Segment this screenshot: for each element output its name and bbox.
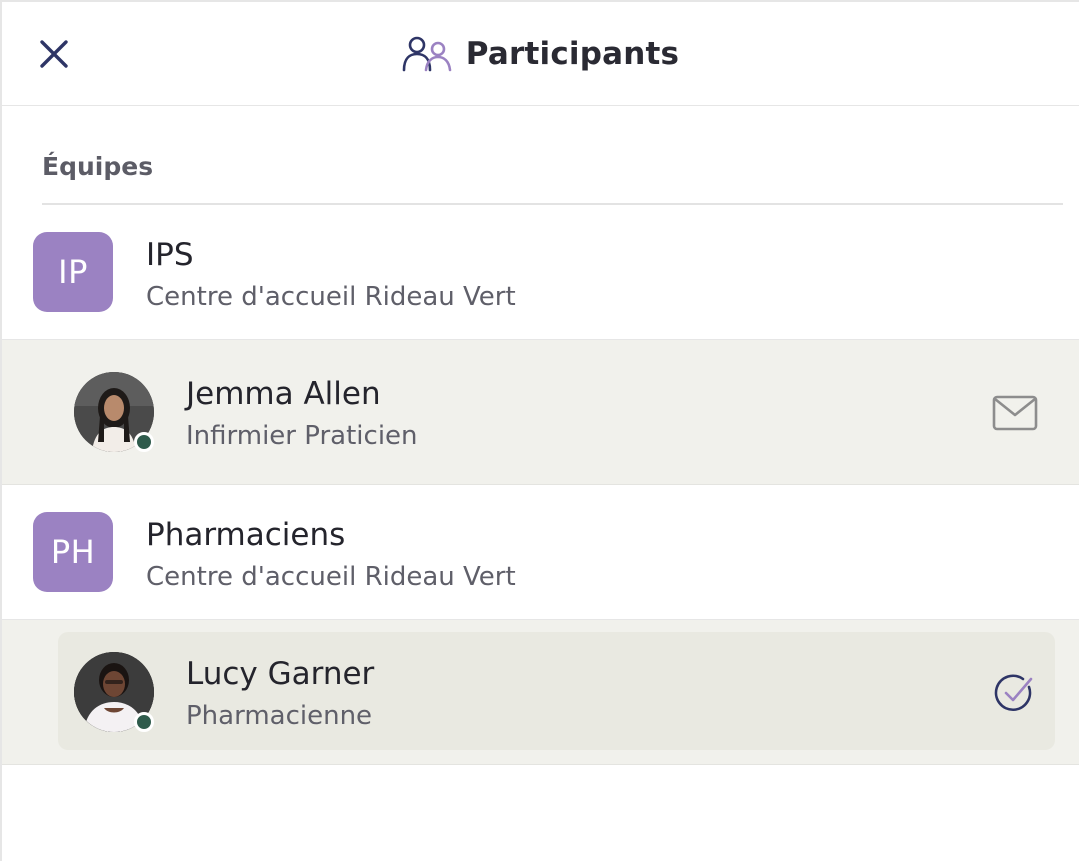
member-row-jemma-allen[interactable]: Jemma Allen Infirmier Praticien [2, 340, 1079, 485]
member-name: Lucy Garner [186, 656, 375, 692]
check-circle-icon [994, 674, 1033, 712]
participants-panel: Participants Équipes IP IPS Centre d'acc… [0, 0, 1079, 861]
member-role: Pharmacienne [186, 701, 373, 731]
team-avatar: IP [33, 232, 113, 312]
panel-header: Participants [2, 2, 1079, 106]
team-row-ips[interactable]: IP IPS Centre d'accueil Rideau Vert [2, 205, 1079, 340]
send-message-button[interactable] [990, 388, 1040, 438]
team-row-pharmaciens[interactable]: PH Pharmaciens Centre d'accueil Rideau V… [2, 485, 1079, 620]
team-name: Pharmaciens [146, 517, 346, 553]
member-role: Infirmier Praticien [186, 421, 418, 451]
header-title-group: Participants [2, 32, 1079, 76]
team-name: IPS [146, 237, 194, 273]
team-location: Centre d'accueil Rideau Vert [146, 282, 516, 312]
team-location: Centre d'accueil Rideau Vert [146, 562, 516, 592]
member-name: Jemma Allen [186, 376, 381, 412]
online-status-dot [134, 712, 154, 732]
mail-icon [992, 395, 1038, 431]
section-label-teams: Équipes [42, 152, 154, 181]
page-title: Participants [465, 36, 680, 72]
member-row-lucy-garner[interactable]: Lucy Garner Pharmacienne [2, 620, 1079, 765]
team-avatar: PH [33, 512, 113, 592]
online-status-dot [134, 432, 154, 452]
selected-check-button[interactable] [990, 668, 1040, 718]
participants-icon [402, 36, 452, 72]
